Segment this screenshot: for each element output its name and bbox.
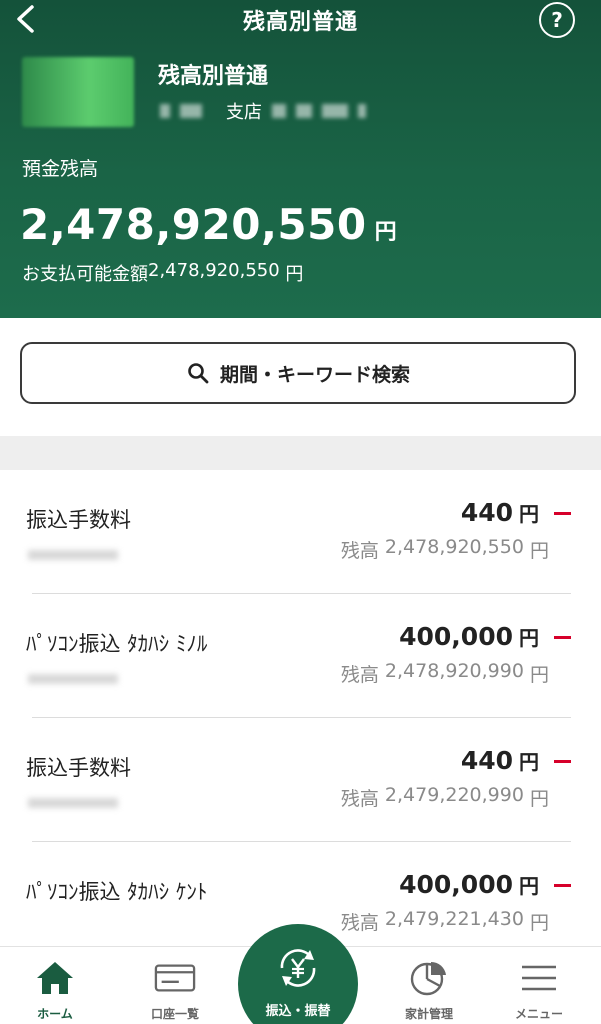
tab-home[interactable]: ホーム	[0, 947, 110, 1024]
transaction-row[interactable]: ﾊﾟｿｺﾝ振込 ﾀｶﾊｼ ﾐﾉﾙ 400,000 円 残高 2,478,920,…	[0, 594, 601, 718]
amount-unit: 円	[519, 502, 539, 526]
transaction-row[interactable]: 振込手数料 440 円 残高 2,479,220,990 円	[0, 718, 601, 842]
transaction-amount: 440 円	[461, 746, 539, 775]
redacted-block	[272, 104, 286, 118]
search-label: 期間・キーワード検索	[219, 363, 410, 386]
amount-value: 440	[460, 746, 513, 775]
tab-label: 口座一覧	[150, 1007, 199, 1021]
balance-amount: 2,478,920,550	[20, 200, 367, 249]
balance-label: 残高	[340, 788, 379, 810]
menu-icon	[518, 959, 560, 997]
balance-label: 残高	[340, 540, 379, 562]
transaction-row[interactable]: 振込手数料 440 円 残高 2,478,920,550 円	[0, 470, 601, 594]
account-header: 残高別普通 ? 残高別普通 支店 預金残高 2,478,920,550 円 お支…	[0, 0, 601, 318]
minus-icon	[554, 636, 571, 639]
yen-transfer-icon	[280, 949, 316, 987]
tab-accounts[interactable]: 口座一覧	[120, 947, 230, 1024]
balance-value: 2,479,220,990	[384, 784, 524, 806]
balance-unit: 円	[529, 912, 549, 934]
branch-info: 支店	[160, 98, 376, 124]
tab-label: 振込・振替	[265, 1004, 331, 1019]
balance-unit: 円	[529, 540, 549, 562]
minus-icon	[554, 884, 571, 887]
transaction-amount: 440 円	[461, 498, 539, 527]
redacted-block	[296, 104, 312, 118]
card-icon	[154, 959, 196, 997]
branch-label: 支店	[226, 102, 262, 123]
balance-unit: 円	[374, 220, 397, 245]
tab-budget[interactable]: 家計管理	[374, 947, 484, 1024]
amount-value: 400,000	[399, 622, 513, 651]
transaction-balance: 残高 2,478,920,990 円	[341, 660, 549, 687]
available-label: お支払可能金額	[22, 264, 148, 285]
transaction-amount: 400,000 円	[399, 870, 539, 899]
transaction-amount: 400,000 円	[399, 622, 539, 651]
transaction-list: 振込手数料 440 円 残高 2,478,920,550 円 ﾊﾟｿｺﾝ振込 ﾀ…	[0, 470, 601, 946]
account-card-image	[22, 57, 134, 127]
tab-label: メニュー	[514, 1007, 563, 1021]
balance: 2,478,920,550 円	[20, 200, 397, 249]
balance-value: 2,478,920,990	[384, 660, 524, 682]
minus-icon	[554, 512, 571, 515]
page-title: 残高別普通	[242, 10, 358, 35]
amount-unit: 円	[519, 750, 539, 774]
balance-value: 2,478,920,550	[384, 536, 524, 558]
tab-label: 家計管理	[404, 1007, 453, 1021]
transaction-balance: 残高 2,479,221,430 円	[341, 908, 549, 935]
minus-icon	[554, 760, 571, 763]
amount-unit: 円	[519, 626, 539, 650]
section-divider	[0, 436, 601, 470]
redacted-block	[180, 104, 202, 118]
balance-label: 預金残高	[22, 158, 99, 180]
help-icon[interactable]: ?	[539, 2, 575, 38]
amount-value: 440	[460, 498, 513, 527]
nav-bar: 残高別普通 ?	[0, 0, 601, 40]
tab-label: ホーム	[37, 1007, 73, 1021]
available-unit: 円	[279, 264, 304, 285]
search-button[interactable]: 期間・キーワード検索	[20, 342, 576, 404]
transaction-description: ﾊﾟｿｺﾝ振込 ﾀｶﾊｼ ｹﾝﾄ	[26, 880, 208, 904]
redacted-block	[322, 104, 348, 118]
redacted-date	[28, 674, 118, 684]
redacted-date	[28, 798, 118, 808]
search-section: 期間・キーワード検索	[0, 318, 601, 436]
account-name: 残高別普通	[158, 64, 269, 89]
transaction-description: ﾊﾟｿｺﾝ振込 ﾀｶﾊｼ ﾐﾉﾙ	[26, 632, 208, 656]
balance-label: 残高	[340, 912, 379, 934]
transaction-description: 振込手数料	[26, 508, 131, 532]
transaction-balance: 残高 2,478,920,550 円	[341, 536, 549, 563]
pie-chart-icon	[408, 959, 450, 997]
available-amount: 2,478,920,550	[148, 260, 280, 281]
transaction-balance: 残高 2,479,220,990 円	[341, 784, 549, 811]
balance-unit: 円	[529, 788, 549, 810]
amount-value: 400,000	[399, 870, 513, 899]
amount-unit: 円	[519, 874, 539, 898]
transaction-description: 振込手数料	[26, 756, 131, 780]
search-icon	[188, 363, 209, 384]
tab-menu[interactable]: メニュー	[484, 947, 594, 1024]
redacted-block	[358, 104, 366, 118]
balance-value: 2,479,221,430	[384, 908, 524, 930]
redacted-block	[160, 104, 170, 118]
redacted-date	[28, 550, 118, 560]
available-balance: お支払可能金額 2,478,920,550 円	[22, 260, 303, 286]
home-icon	[34, 959, 76, 997]
balance-unit: 円	[529, 664, 549, 686]
balance-label: 残高	[340, 664, 379, 686]
